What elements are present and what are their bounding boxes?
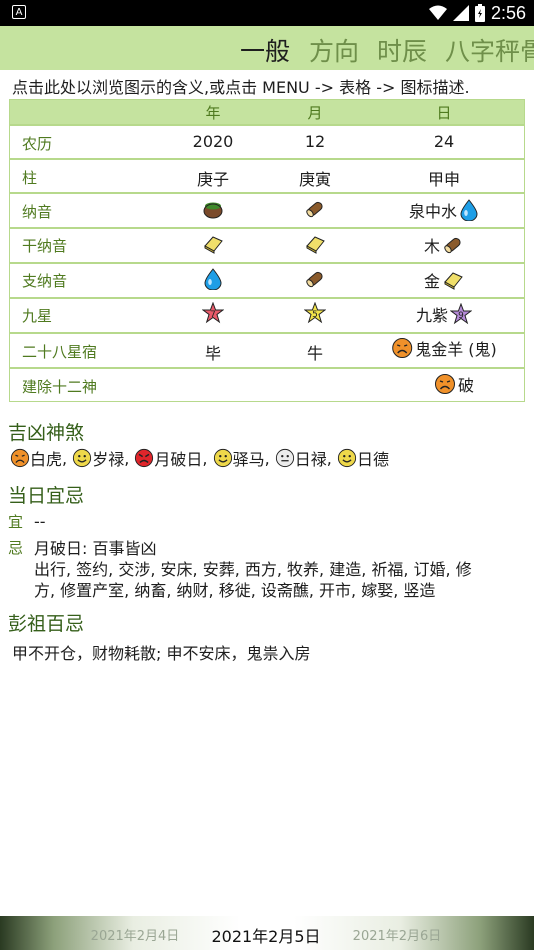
sad-face-orange-icon bbox=[10, 448, 30, 468]
signal-icon bbox=[452, 5, 469, 21]
gold-ingot-icon bbox=[204, 236, 223, 254]
pengzu-text: 甲不开仓，财物耗散; 申不安床，鬼祟入房 bbox=[12, 644, 311, 663]
star-number-year: 7 bbox=[210, 310, 216, 320]
zhu-year: 庚子 bbox=[196, 170, 230, 189]
jixiong-item: 月破日 bbox=[154, 450, 203, 469]
tab-bazi[interactable]: 八字秤骨 bbox=[445, 32, 534, 68]
xiu-day: 鬼金羊 (鬼) bbox=[391, 336, 497, 360]
icon-legend-hint[interactable]: 点击此处以浏览图示的含义,或点击 MENU -> 表格 -> 图标描述. bbox=[12, 74, 470, 98]
star-red-icon: 7 bbox=[202, 302, 224, 324]
nongli-month: 12 bbox=[304, 132, 326, 151]
wood-log-icon bbox=[306, 201, 323, 218]
jixiong-item: 日禄 bbox=[294, 450, 327, 469]
jixiong-list: 白虎, 岁禄, 月破日, 驿马, 日禄, 日德 bbox=[10, 446, 389, 470]
section-title-yiji: 当日宜忌 bbox=[8, 485, 85, 507]
yi-label: 宜 bbox=[8, 513, 24, 531]
star-number-month: 5 bbox=[312, 310, 318, 320]
tab-general[interactable]: 一般 bbox=[240, 32, 290, 68]
row-label-xiu: 二十八星宿 bbox=[22, 343, 98, 361]
jixiong-item: 驿马 bbox=[232, 450, 265, 469]
nongli-year: 2020 bbox=[192, 132, 234, 151]
star-number-day: 9 bbox=[458, 311, 464, 321]
nongli-day: 24 bbox=[433, 132, 455, 151]
gannayin-day: 木 bbox=[424, 233, 464, 257]
tab-direction[interactable]: 方向 bbox=[309, 32, 359, 68]
row-label-gannayin: 干纳音 bbox=[22, 237, 68, 255]
gold-ingot-icon bbox=[306, 236, 325, 254]
yi-value: -- bbox=[34, 512, 46, 531]
gannayin-year bbox=[202, 233, 224, 255]
next-date[interactable]: 2021年2月6日 bbox=[353, 925, 442, 944]
col-day: 日 bbox=[436, 104, 452, 122]
water-drop-icon bbox=[204, 268, 222, 290]
row-label-jianchu: 建除十二神 bbox=[22, 378, 98, 396]
angry-face-red-icon bbox=[135, 448, 154, 468]
current-date[interactable]: 2021年2月5日 bbox=[211, 923, 320, 947]
wood-log-icon bbox=[306, 271, 323, 288]
wood-log-icon bbox=[444, 237, 461, 254]
water-drop-icon bbox=[460, 199, 478, 221]
battery-icon bbox=[474, 4, 485, 22]
section-title-pengzu: 彭祖百忌 bbox=[8, 613, 85, 635]
smile-face-yellow-icon bbox=[337, 448, 357, 468]
zhinayin-year bbox=[203, 268, 223, 290]
wifi-icon bbox=[428, 5, 447, 20]
star-purple-icon: 9 bbox=[450, 303, 473, 325]
ji-line-3: 方, 修置产室, 纳畜, 纳财, 移徙, 设斋醮, 开市, 嫁娶, 竖造 bbox=[34, 581, 436, 600]
zhinayin-month bbox=[304, 268, 326, 290]
jiuxing-day: 九紫 9 bbox=[416, 302, 473, 326]
star-yellow-icon: 5 bbox=[304, 302, 326, 324]
zhu-day: 甲申 bbox=[427, 170, 461, 189]
jixiong-item: 日德 bbox=[356, 450, 389, 469]
jiuxing-year: 7 bbox=[202, 302, 224, 324]
calendar-table: 年 月 日 农历 2020 12 24 柱 庚子 庚寅 甲申 纳音 泉中水 干纳… bbox=[9, 99, 525, 402]
nayin-day: 泉中水 bbox=[409, 198, 479, 222]
jixiong-item: 岁禄 bbox=[92, 450, 125, 469]
sad-face-orange-icon bbox=[392, 338, 413, 358]
clock: 2:56 bbox=[490, 2, 526, 23]
neutral-face-icon bbox=[275, 448, 294, 468]
smile-face-yellow-icon bbox=[213, 448, 232, 468]
row-label-zhu: 柱 bbox=[22, 169, 38, 187]
row-label-nongli: 农历 bbox=[22, 135, 53, 153]
jixiong-item: 白虎 bbox=[30, 450, 63, 469]
gannayin-month bbox=[304, 233, 326, 255]
zhinayin-day: 金 bbox=[424, 268, 464, 292]
zhu-month: 庚寅 bbox=[298, 170, 332, 189]
col-month: 月 bbox=[307, 104, 323, 122]
tab-hours[interactable]: 时辰 bbox=[377, 32, 427, 68]
notification-a-icon: A bbox=[12, 5, 26, 19]
row-label-jiuxing: 九星 bbox=[22, 307, 53, 325]
col-year: 年 bbox=[205, 104, 221, 122]
xiu-month: 牛 bbox=[306, 344, 324, 363]
status-bar: A 2:56 bbox=[0, 0, 534, 26]
sad-face-orange-icon bbox=[434, 374, 455, 394]
ji-label: 忌 bbox=[8, 538, 24, 557]
jianchu-day: 破 bbox=[434, 372, 474, 396]
tab-bar: 一般 方向 时辰 八字秤骨 bbox=[0, 26, 534, 70]
row-label-nayin: 纳音 bbox=[22, 203, 53, 221]
yi-row: 宜 -- bbox=[8, 511, 46, 532]
smile-face-yellow-icon bbox=[73, 448, 92, 468]
earth-pot-icon bbox=[203, 202, 223, 219]
prev-date[interactable]: 2021年2月4日 bbox=[91, 925, 180, 944]
xiu-year: 毕 bbox=[204, 344, 222, 363]
nayin-month bbox=[304, 198, 326, 220]
nayin-year bbox=[202, 198, 224, 220]
jiuxing-month: 5 bbox=[304, 302, 326, 324]
date-navigation-bar: 2021年2月4日 2021年2月5日 2021年2月6日 bbox=[0, 916, 534, 950]
row-label-zhinayin: 支纳音 bbox=[22, 272, 68, 290]
gold-ingot-icon bbox=[444, 272, 463, 290]
section-title-jixiong: 吉凶神煞 bbox=[8, 422, 85, 444]
